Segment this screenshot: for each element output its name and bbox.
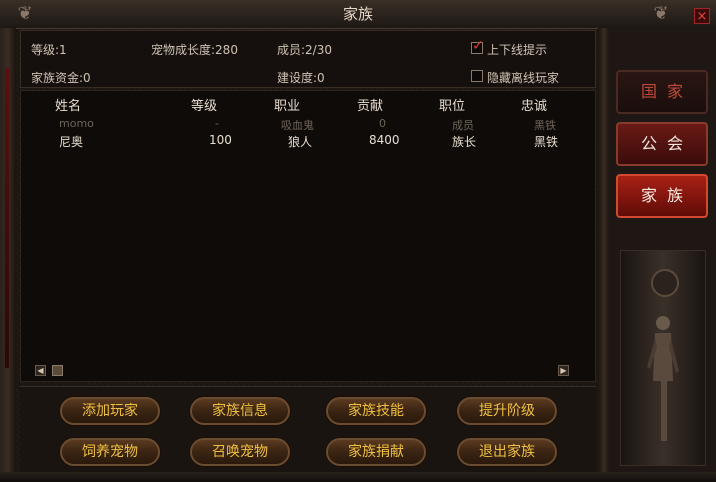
cell-loyalty: 黑铁 <box>534 119 556 132</box>
cell-contribution: 8400 <box>369 133 400 147</box>
header-class: 职业 <box>274 99 301 114</box>
cell-contribution: 0 <box>379 117 386 130</box>
family-level: 等级:1 <box>31 43 67 57</box>
scroll-right-button[interactable]: ▶ <box>558 365 569 376</box>
header-loyalty: 忠诚 <box>521 99 548 114</box>
summon-pet-button[interactable]: 召唤宠物 <box>190 438 290 466</box>
statue-decoration <box>620 250 706 466</box>
online-notify-label: 上下线提示 <box>487 43 548 57</box>
header-position: 职位 <box>439 99 466 114</box>
cell-class: 吸血鬼 <box>281 119 314 132</box>
cell-level: 100 <box>209 133 232 147</box>
cell-class: 狼人 <box>288 135 313 149</box>
divider-frame <box>598 28 610 482</box>
feed-pet-button[interactable]: 饲养宠物 <box>60 438 160 466</box>
family-funds: 家族资金:0 <box>31 71 91 85</box>
construction-level: 建设度:0 <box>277 71 325 85</box>
title-bar[interactable]: ❦ ❦ 家族 × <box>0 0 716 29</box>
tab-nation[interactable]: 国家 <box>616 70 708 114</box>
member-list: 姓名 等级 职业 贡献 职位 忠诚 momo - 吸血鬼 0 成员 黑铁 尼奥 … <box>20 90 596 382</box>
bottom-frame <box>0 472 716 482</box>
family-skills-button[interactable]: 家族技能 <box>326 397 426 425</box>
cell-position: 成员 <box>452 119 474 132</box>
hide-offline-checkbox[interactable] <box>471 70 483 82</box>
window-title: 家族 <box>342 5 373 23</box>
family-window: ❦ ❦ 家族 × 等级:1 宠物成长度:280 成员:2/30 家族资金:0 建… <box>0 0 716 482</box>
checkmark-icon: ✓ <box>472 38 484 54</box>
pet-growth: 宠物成长度:280 <box>151 43 238 57</box>
leave-family-button[interactable]: 退出家族 <box>457 438 557 466</box>
family-donate-button[interactable]: 家族捐献 <box>326 438 426 466</box>
member-count: 成员:2/30 <box>277 43 332 57</box>
cell-loyalty: 黑铁 <box>534 135 559 149</box>
skull-medallion-icon <box>651 269 679 297</box>
cell-name: momo <box>59 117 94 130</box>
action-buttons: 添加玩家 家族信息 家族技能 提升阶级 饲养宠物 召唤宠物 家族捐献 退出家族 <box>20 386 596 473</box>
scroll-left-button[interactable]: ◀ <box>35 365 46 376</box>
warrior-statue-icon <box>647 316 679 441</box>
close-button[interactable]: × <box>694 8 710 24</box>
header-level: 等级 <box>191 99 218 114</box>
family-info-panel: 等级:1 宠物成长度:280 成员:2/30 家族资金:0 建设度:0 ✓ 上下… <box>20 30 596 88</box>
upgrade-rank-button[interactable]: 提升阶级 <box>457 397 557 425</box>
online-notify-checkbox[interactable]: ✓ <box>471 38 484 54</box>
family-info-button[interactable]: 家族信息 <box>190 397 290 425</box>
tab-guild[interactable]: 公会 <box>616 122 708 166</box>
left-frame <box>0 28 16 482</box>
cell-level: - <box>215 117 219 130</box>
tab-family[interactable]: 家族 <box>616 174 708 218</box>
hide-offline-label: 隐藏离线玩家 <box>487 71 560 85</box>
side-tab-panel: 国家 公会 家族 <box>610 28 716 472</box>
cell-position: 族长 <box>452 135 477 149</box>
header-name: 姓名 <box>55 99 82 114</box>
add-player-button[interactable]: 添加玩家 <box>60 397 160 425</box>
header-contribution: 贡献 <box>357 99 384 114</box>
cell-name: 尼奥 <box>59 135 84 149</box>
scroll-thumb[interactable] <box>52 365 63 376</box>
